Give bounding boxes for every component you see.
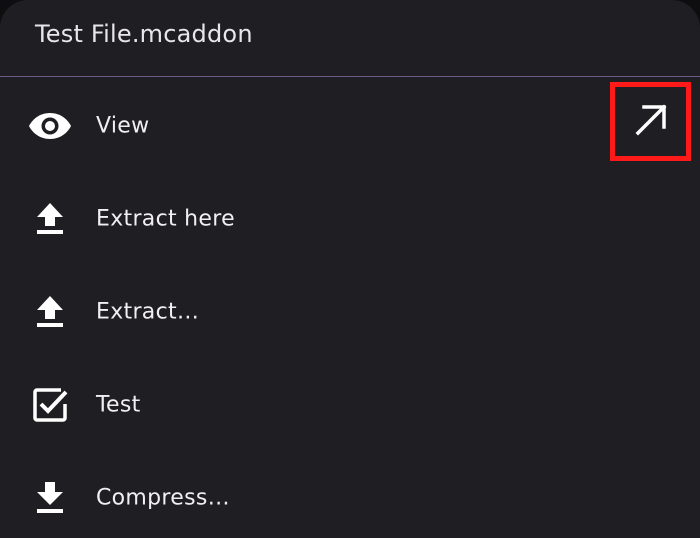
checkbox-icon	[28, 383, 72, 427]
menu-item-label: View	[96, 113, 150, 138]
title-divider	[0, 76, 700, 77]
eye-icon	[28, 104, 72, 148]
menu-item-compress[interactable]: Compress…	[0, 451, 700, 538]
download-icon	[28, 476, 72, 520]
arrow-up-right-icon	[631, 100, 671, 144]
menu-item-view[interactable]: View	[0, 79, 700, 172]
upload-icon	[28, 290, 72, 334]
menu-item-extract-here[interactable]: Extract here	[0, 172, 700, 265]
sheet-title: Test File.mcaddon	[35, 20, 253, 48]
menu-item-label: Test	[96, 392, 141, 417]
menu-item-label: Compress…	[96, 485, 230, 510]
bottom-sheet: Test File.mcaddon View Extract here Extr…	[0, 0, 700, 538]
upload-icon	[28, 197, 72, 241]
open-external-button[interactable]	[610, 82, 691, 161]
menu-item-label: Extract here	[96, 206, 235, 231]
menu-item-extract[interactable]: Extract…	[0, 265, 700, 358]
menu-item-label: Extract…	[96, 299, 200, 324]
menu-item-test[interactable]: Test	[0, 358, 700, 451]
